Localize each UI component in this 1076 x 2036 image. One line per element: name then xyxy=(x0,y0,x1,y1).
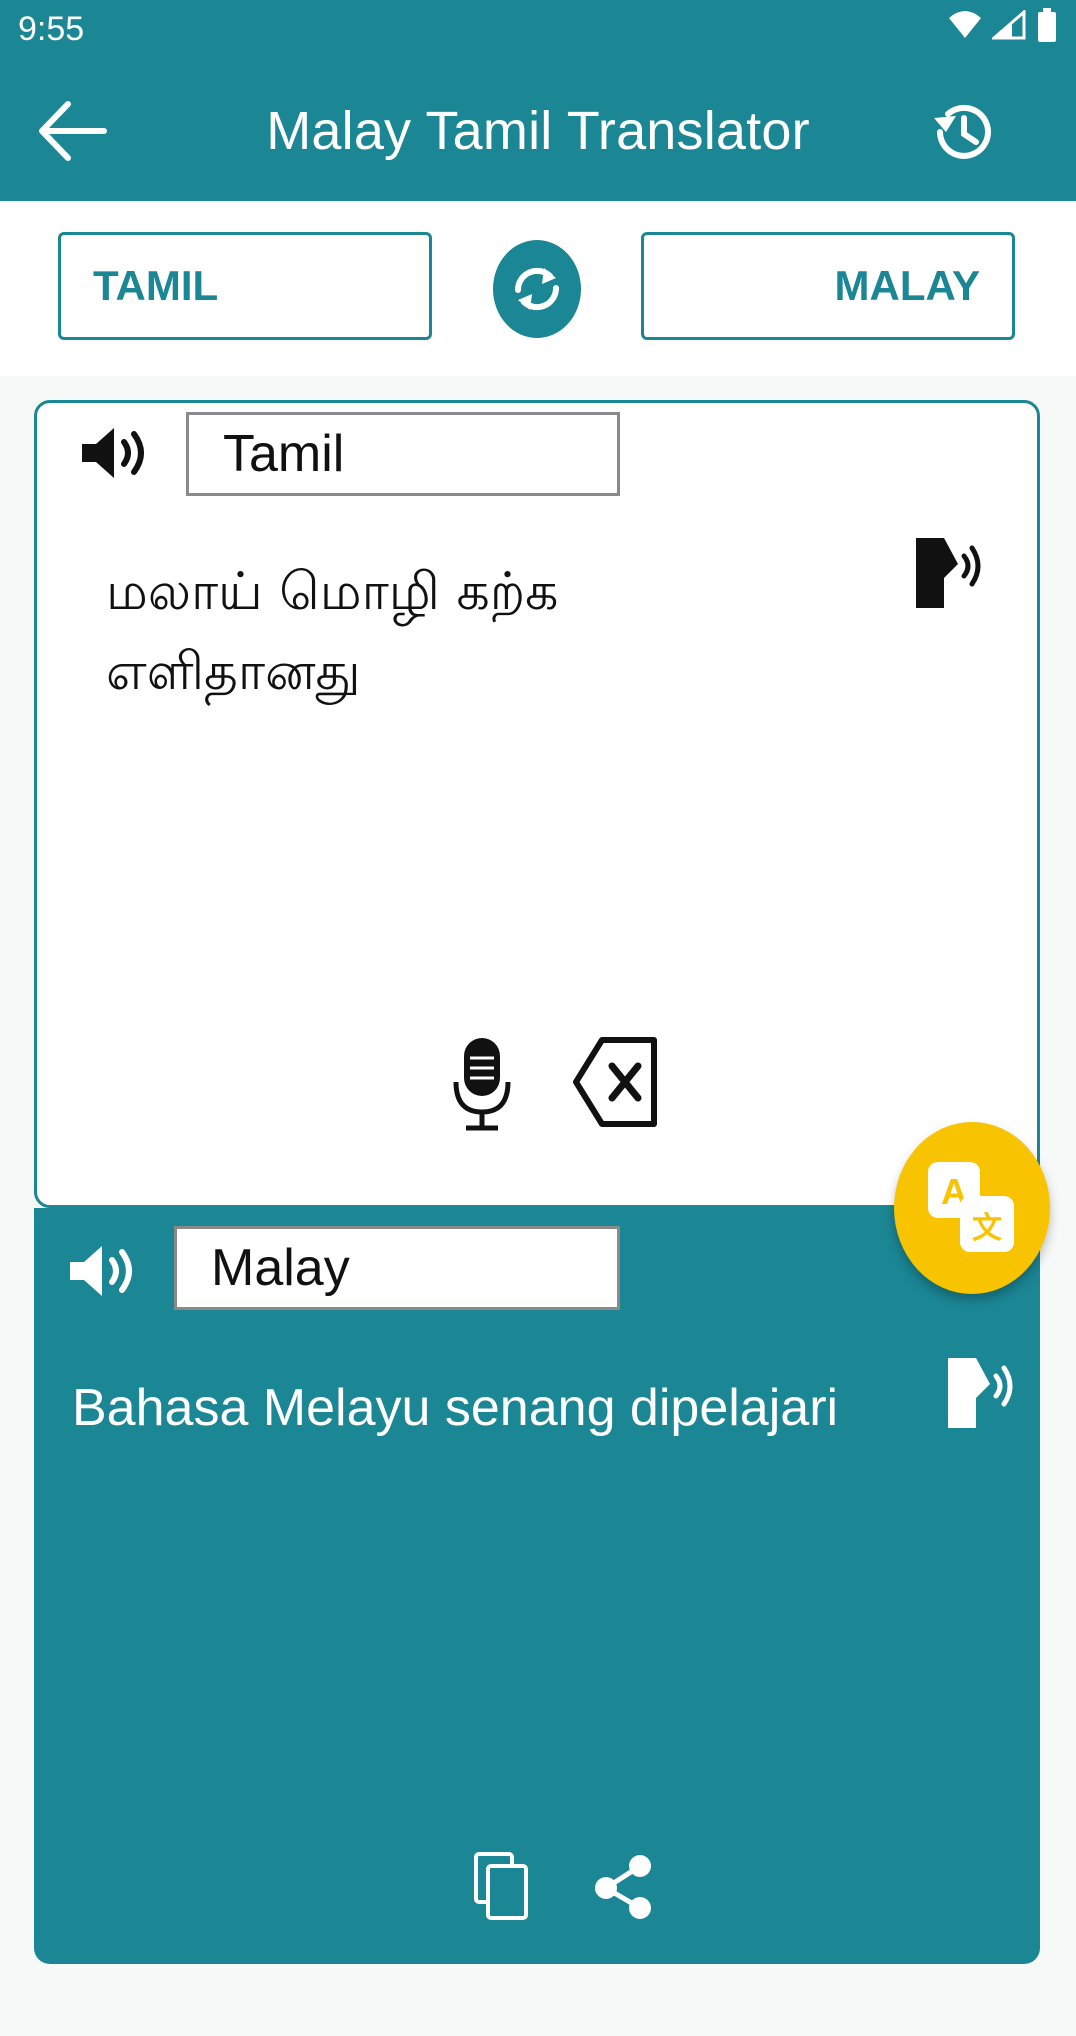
backspace-icon[interactable] xyxy=(572,1036,658,1128)
app-bar: Malay Tamil Translator xyxy=(0,58,1076,201)
swap-icon xyxy=(514,267,560,311)
share-icon[interactable] xyxy=(592,1852,656,1922)
swap-languages-button[interactable] xyxy=(493,240,581,338)
speaker-icon[interactable] xyxy=(68,1240,138,1302)
translate-icon: A 文 xyxy=(928,1162,1014,1252)
status-bar: 9:55 xyxy=(0,0,1076,58)
app-title: Malay Tamil Translator xyxy=(266,101,810,161)
battery-icon xyxy=(1038,8,1056,42)
copy-icon[interactable] xyxy=(472,1850,532,1922)
wifi-icon xyxy=(949,11,981,38)
source-language-field-text: Tamil xyxy=(223,425,345,483)
status-icons xyxy=(948,8,1058,42)
history-icon[interactable] xyxy=(926,96,998,168)
target-language-field[interactable]: Malay xyxy=(174,1226,620,1310)
speaker-icon[interactable] xyxy=(80,422,150,484)
target-language-label: MALAY xyxy=(834,262,980,309)
source-panel xyxy=(34,400,1040,1208)
target-language-field-text: Malay xyxy=(211,1239,350,1297)
tts-icon[interactable] xyxy=(946,1354,1018,1434)
source-language-label: TAMIL xyxy=(93,262,219,309)
status-time: 9:55 xyxy=(18,10,85,48)
mic-icon[interactable] xyxy=(452,1036,512,1132)
target-panel xyxy=(34,1208,1040,1964)
translate-button[interactable]: A 文 xyxy=(894,1122,1050,1294)
source-text[interactable]: மலாய் மொழி கற்க எளிதானது xyxy=(106,552,666,712)
signal-icon xyxy=(992,10,1026,40)
translated-text: Bahasa Melayu senang dipelajari xyxy=(72,1379,839,1437)
source-language-field[interactable]: Tamil xyxy=(186,412,620,496)
svg-text:文: 文 xyxy=(972,1211,1002,1246)
target-language-button[interactable]: MALAY xyxy=(641,232,1015,340)
tts-icon[interactable] xyxy=(914,534,986,614)
source-language-button[interactable]: TAMIL xyxy=(58,232,432,340)
